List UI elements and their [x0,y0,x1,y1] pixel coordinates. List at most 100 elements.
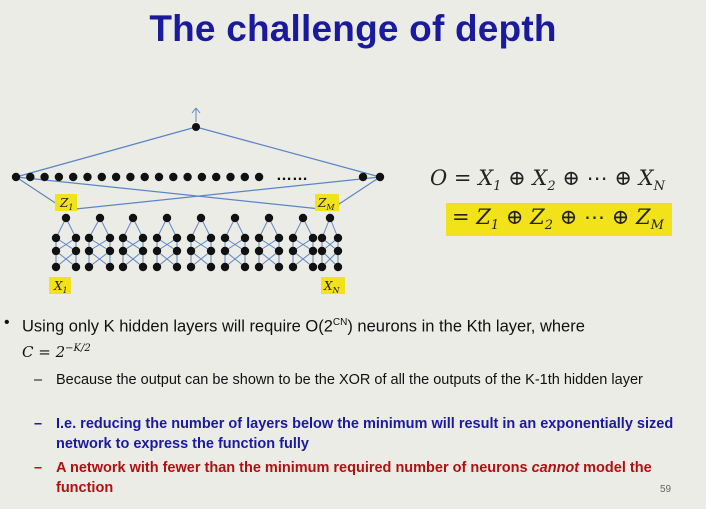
slide: The challenge of depth Z1 ZM X1 XN …… O … [0,0,706,509]
network-node [333,233,343,243]
main-bullet: • Using only K hidden layers will requir… [4,312,702,363]
network-node [206,233,216,243]
network-node [11,172,21,182]
network-node [71,233,81,243]
network-node [51,233,61,243]
network-node [308,246,318,256]
network-node [264,213,274,223]
network-node [333,246,343,256]
network-node [71,246,81,256]
network-node [152,246,162,256]
network-node [240,233,250,243]
label-z1: Z1 [55,194,77,212]
network-node [274,233,284,243]
network-node [274,262,284,272]
network-node [220,262,230,272]
network-node [154,172,164,182]
network-node [197,172,207,182]
network-node [84,233,94,243]
network-node [111,172,121,182]
network-node [51,246,61,256]
formula-c: C = 2−K/2 [22,342,91,361]
network-node [183,172,192,182]
network-node [105,246,115,256]
network-node [118,233,128,243]
network-node [288,233,298,243]
network-node [71,262,81,272]
network-node [317,233,327,243]
bullet-text-before: Using only K hidden layers will require … [22,317,333,336]
sub-bullet-3: – A network with fewer than the minimum … [34,460,652,496]
network-node [358,172,368,182]
network-node [298,213,308,223]
network-node [308,233,318,243]
network-edges [15,107,381,268]
sub-bullet-1: – Because the output can be shown to be … [34,372,643,388]
network-node [333,262,343,272]
network-node [69,172,78,182]
network-node [317,262,327,272]
network-node [220,246,230,256]
equation-xor-hidden: = Z1 ⊕ Z2 ⊕ ⋯ ⊕ ZM [446,203,672,237]
network-node [288,246,298,256]
sub-bullet-2: – I.e. reducing the number of layers bel… [34,416,674,452]
emphasis-cannot: cannot [531,460,580,476]
network-node [196,213,206,223]
network-node [172,246,182,256]
network-node [206,262,216,272]
bullet-superscript: CN [332,317,348,328]
network-node [162,213,172,223]
network-node [274,246,284,256]
network-node [84,246,94,256]
network-node [230,213,240,223]
network-diagram: Z1 ZM X1 XN …… [11,107,385,295]
network-node [254,233,264,243]
network-node [138,246,148,256]
network-node [212,172,221,182]
network-node [140,172,149,182]
network-node [95,213,105,223]
page-number: 59 [660,484,672,495]
network-node [226,172,235,182]
network-node [105,262,115,272]
network-node [186,233,196,243]
network-node [192,123,200,131]
network-node [83,172,92,182]
sub-bullet-2-text: I.e. reducing the number of layers below… [56,416,674,452]
label-zm: ZM [315,194,339,212]
network-node [220,233,230,243]
network-node [51,262,61,272]
network-node [152,233,162,243]
network-node [118,262,128,272]
network-node [317,246,327,256]
network-node [84,262,94,272]
network-node [186,246,196,256]
network-node [172,262,182,272]
label-x1: X1 [49,277,71,295]
network-node [254,172,264,182]
network-node [138,233,148,243]
equation-xor-inputs: O = X1 ⊕ X2 ⊕ ⋯ ⊕ XN [430,166,665,195]
network-node [105,233,115,243]
sub-bullet-1-text: Because the output can be shown to be th… [56,372,643,388]
network-node [186,262,196,272]
network-edge [195,107,201,114]
network-node [206,246,216,256]
network-node [325,213,335,223]
network-node [240,172,249,182]
network-node [40,172,49,182]
network-node [308,262,318,272]
network-node [169,172,178,182]
network-node [61,213,71,223]
network-node [240,262,250,272]
network-node [254,262,264,272]
network-node [288,262,298,272]
network-edge [15,126,197,178]
network-node [128,213,138,223]
network-node [118,246,128,256]
network-node [254,246,264,256]
ellipsis-label: …… [276,167,308,184]
network-node [138,262,148,272]
network-node [172,233,182,243]
network-node [126,172,135,182]
